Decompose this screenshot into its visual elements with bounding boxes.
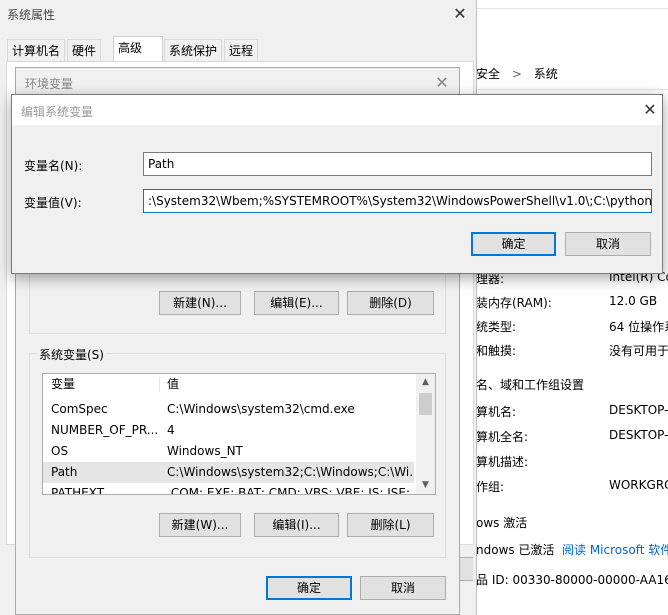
dialog-title: 编辑系统变量 [21,105,94,119]
row-variable: OS [51,444,69,458]
row-value: .COM;.EXE;.BAT;.CMD;.VBS;.VBE;.JS;.JSE;.… [167,486,412,495]
tab-advanced[interactable]: 高级 [113,36,163,62]
settings-breadcrumb: 安全 > 系统 [476,65,558,82]
tab-system-protection[interactable]: 系统保护 [164,39,223,61]
variable-name-label: 变量名(N): [24,159,83,173]
ok-button[interactable]: 确定 [266,576,352,600]
activation-status: ndows 已激活 [476,543,555,557]
row-variable: PATHEXT [51,486,105,495]
row-variable: Path [51,465,78,479]
list-header: 变量 值 [43,374,414,395]
table-row-selected[interactable]: Path C:\Windows\system32;C:\Windows;C:\W… [43,462,414,483]
system-new-button[interactable]: 新建(W)... [159,513,241,537]
row-variable: NUMBER_OF_PR... [51,423,159,437]
table-row[interactable]: OS Windows_NT [43,441,414,462]
spec-label: 统类型: [476,320,517,334]
cancel-button[interactable]: 取消 [360,576,446,600]
column-header-value[interactable]: 值 [167,374,179,395]
section-domain-heading: 名、域和工作组设置 [476,378,585,392]
table-row[interactable]: NUMBER_OF_PR... 4 [43,420,414,441]
system-variables-label: 系统变量(S) [37,346,106,363]
name-label: 算机名: [476,405,517,419]
breadcrumb-security[interactable]: 安全 [476,67,500,81]
tab-remote[interactable]: 远程 [224,39,259,61]
tab-computer-name[interactable]: 计算机名 [7,39,66,61]
user-delete-button[interactable]: 删除(D) [347,291,434,315]
close-icon[interactable]: ✕ [448,3,472,25]
row-value: C:\Windows\system32\cmd.exe [167,402,355,416]
settings-topbar [476,0,668,9]
scrollbar-thumb[interactable] [419,393,432,415]
close-icon[interactable]: ✕ [430,72,454,94]
close-icon[interactable]: ✕ [638,99,662,121]
section-activation-heading: ows 激活 [476,516,528,530]
dialog-titlebar: 编辑系统变量 ✕ [12,95,662,125]
product-id: 品 ID: 00330-80000-00000-AA163 [476,573,668,587]
variable-value-input[interactable]: :\System32\Wbem;%SYSTEMROOT%\System32\Wi… [143,189,652,213]
name-value: DESKTOP- [609,428,668,442]
breadcrumb-system: 系统 [533,67,558,81]
table-row[interactable]: ComSpec C:\Windows\system32\cmd.exe [43,399,414,420]
scroll-up-icon[interactable]: ▲ [416,374,435,391]
user-edit-button[interactable]: 编辑(E)... [254,291,339,315]
name-value: DESKTOP- [609,403,668,417]
system-delete-button[interactable]: 删除(L) [347,513,434,537]
table-row[interactable]: PATHEXT .COM;.EXE;.BAT;.CMD;.VBS;.VBE;.J… [43,483,414,495]
window-title: 系统属性 [7,8,56,22]
spec-value: 64 位操作系 [609,320,668,334]
row-value: 4 [167,423,175,437]
ok-button[interactable]: 确定 [471,232,556,256]
name-value: WORKGRO [609,478,668,492]
user-new-button[interactable]: 新建(N)... [159,291,241,315]
vertical-scrollbar[interactable]: ▲ ▼ [416,374,435,494]
window-title: 环境变量 [25,77,74,91]
name-label: 算机全名: [476,430,529,444]
settings-window: 安全 > 系统 理器: Intel(R) Co 装内存(RAM): 12.0 G… [476,0,668,615]
column-header-variable[interactable]: 变量 [51,374,75,395]
row-value: Windows_NT [167,444,243,458]
edit-system-variable-dialog: 编辑系统变量 ✕ 变量名(N): Path 变量值(V): :\System32… [11,94,663,274]
column-divider [159,377,160,392]
license-link[interactable]: 阅读 Microsoft 软件 [562,541,668,558]
breadcrumb-separator: > [511,67,522,81]
system-variables-list[interactable]: 变量 值 ComSpec C:\Windows\system32\cmd.exe… [42,373,436,495]
variable-value-label: 变量值(V): [24,196,82,210]
settings-divider [476,89,668,90]
name-label: 作组: [476,480,505,494]
spec-value: 没有可用于 [609,344,668,358]
name-label: 算机描述: [476,455,529,469]
spec-label: 装内存(RAM): [476,296,552,310]
variable-name-input[interactable]: Path [143,152,652,176]
row-value: C:\Windows\system32;C:\Windows;C:\Wi... [167,465,412,479]
cancel-button[interactable]: 取消 [565,232,651,256]
tab-hardware[interactable]: 硬件 [67,39,102,61]
spec-value: 12.0 GB [609,294,658,308]
spec-label: 和触摸: [476,344,517,358]
row-variable: ComSpec [51,402,108,416]
system-edit-button[interactable]: 编辑(I)... [254,513,339,537]
scroll-down-icon[interactable]: ▼ [416,477,435,494]
